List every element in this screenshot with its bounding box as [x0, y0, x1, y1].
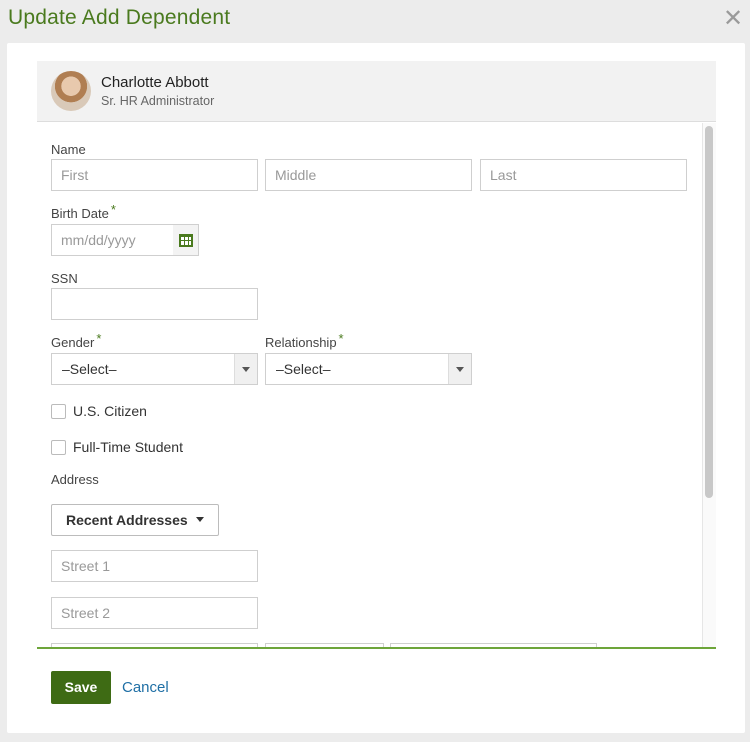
relationship-label-text: Relationship [265, 335, 337, 350]
gender-select-value: –Select– [62, 361, 117, 377]
street1-input[interactable]: Street 1 [51, 550, 258, 582]
street2-input[interactable]: Street 2 [51, 597, 258, 629]
birth-date-label-text: Birth Date [51, 206, 109, 221]
recent-addresses-button[interactable]: Recent Addresses [51, 504, 219, 536]
ssn-input[interactable] [51, 288, 258, 320]
required-marker: * [96, 331, 102, 346]
cancel-link[interactable]: Cancel [122, 679, 169, 696]
calendar-icon [179, 234, 193, 247]
calendar-button[interactable] [173, 224, 199, 256]
modal-title: Update Add Dependent [8, 6, 231, 29]
chevron-down-icon [456, 367, 464, 372]
required-marker: * [338, 331, 344, 346]
last-name-input[interactable]: Last [480, 159, 687, 191]
relationship-select-value: –Select– [276, 361, 331, 377]
relationship-label: Relationship * [265, 331, 344, 350]
form-scroll-area[interactable]: Name First Middle Last Birth Date * mm/dd… [37, 123, 716, 648]
ssn-label: SSN [51, 271, 78, 286]
gender-dropdown-toggle[interactable] [234, 354, 257, 384]
full-time-student-checkbox[interactable] [51, 440, 66, 455]
recent-addresses-label: Recent Addresses [66, 512, 188, 528]
relationship-dropdown-toggle[interactable] [448, 354, 471, 384]
save-button[interactable]: Save [51, 671, 111, 704]
address-label: Address [51, 472, 99, 487]
profile-role: Sr. HR Administrator [101, 94, 215, 108]
footer-divider [37, 647, 716, 649]
first-name-input[interactable]: First [51, 159, 258, 191]
avatar [51, 71, 91, 111]
middle-name-input[interactable]: Middle [265, 159, 472, 191]
scrollbar[interactable] [702, 123, 716, 648]
profile-header: Charlotte Abbott Sr. HR Administrator [37, 61, 716, 122]
chevron-down-icon [242, 367, 250, 372]
name-label: Name [51, 142, 86, 157]
gender-select[interactable]: –Select– [51, 353, 258, 385]
close-icon[interactable]: ✕ [720, 6, 746, 32]
us-citizen-checkbox[interactable] [51, 404, 66, 419]
birth-date-label: Birth Date * [51, 202, 116, 221]
gender-label: Gender * [51, 331, 101, 350]
modal-panel: Charlotte Abbott Sr. HR Administrator Na… [7, 43, 745, 733]
profile-name: Charlotte Abbott [101, 74, 209, 91]
scrollbar-thumb[interactable] [705, 126, 713, 498]
caret-down-icon [195, 516, 204, 522]
us-citizen-label[interactable]: U.S. Citizen [73, 403, 147, 419]
full-time-student-label[interactable]: Full-Time Student [73, 439, 183, 455]
required-marker: * [110, 202, 116, 217]
gender-label-text: Gender [51, 335, 95, 350]
relationship-select[interactable]: –Select– [265, 353, 472, 385]
birth-date-input[interactable]: mm/dd/yyyy [51, 224, 174, 256]
